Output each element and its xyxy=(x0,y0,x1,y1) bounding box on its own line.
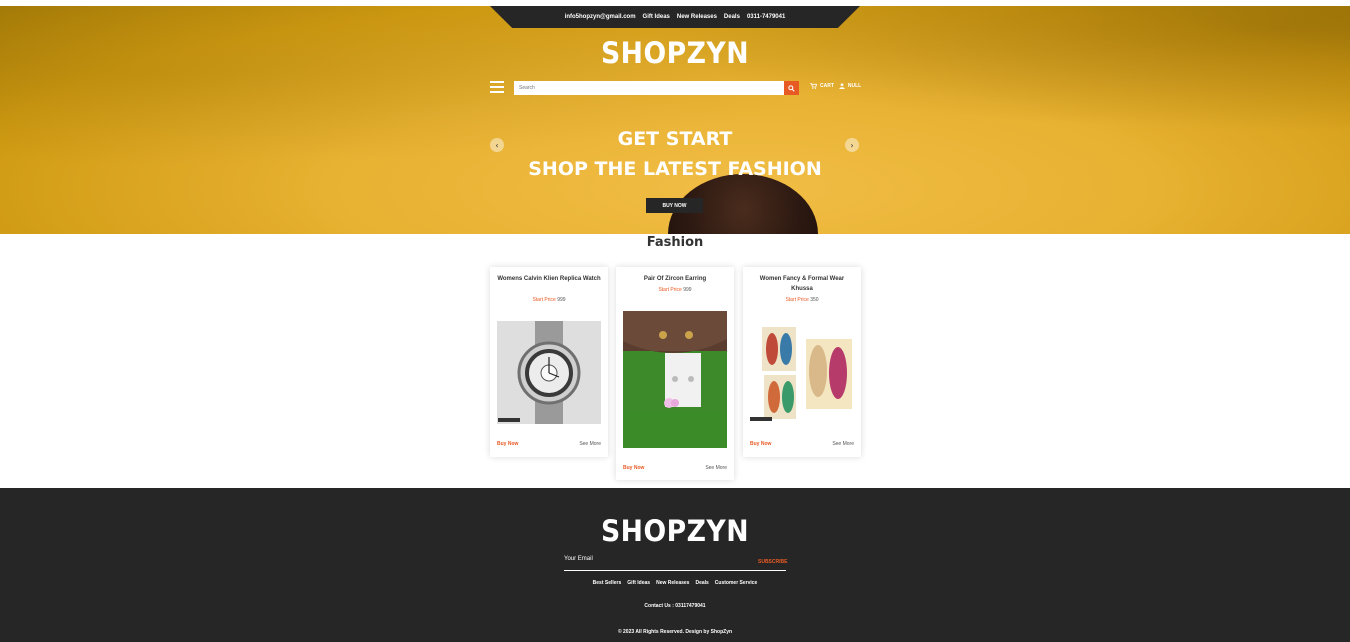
product-price: Start Price 350 xyxy=(743,297,861,303)
product-title[interactable]: Women Fancy & Formal Wear Khussa xyxy=(749,274,855,294)
search-icon xyxy=(788,84,795,92)
footer-link-gift-ideas[interactable]: Gift Ideas xyxy=(627,580,650,586)
price-value: 350 xyxy=(810,297,819,303)
khussa-image xyxy=(750,325,854,423)
user-link[interactable]: NULL xyxy=(839,83,861,89)
cart-icon xyxy=(810,83,817,89)
footer-link-best-sellers[interactable]: Best Sellers xyxy=(593,580,622,586)
see-more-link[interactable]: See More xyxy=(832,441,854,447)
email-underline xyxy=(564,570,786,571)
price-value: 999 xyxy=(683,287,692,293)
product-title[interactable]: Womens Calvin Klien Replica Watch xyxy=(496,274,602,284)
hero-headline-1: GET START xyxy=(617,128,733,150)
product-price: Start Price 999 xyxy=(490,297,608,303)
footer-contact: Contact Us : 03117479041 xyxy=(644,603,706,609)
product-card: Women Fancy & Formal Wear Khussa Start P… xyxy=(743,267,861,457)
price-label: Start Price xyxy=(532,297,556,303)
cart-link[interactable]: CART xyxy=(810,83,834,89)
topbar-phone[interactable]: 0311-7479041 xyxy=(747,14,785,20)
price-label: Start Price xyxy=(785,297,809,303)
top-contact-bar: info5hopzyn@gmail.com Gift Ideas New Rel… xyxy=(490,6,860,28)
page: info5hopzyn@gmail.com Gift Ideas New Rel… xyxy=(0,0,1350,642)
fashion-section-title: Fashion xyxy=(646,235,704,250)
product-card: Womens Calvin Klien Replica Watch Start … xyxy=(490,267,608,457)
footer-logo[interactable]: SHOPZYN xyxy=(54,514,1296,548)
hero-headline-2: SHOP THE LATEST FASHION xyxy=(528,158,822,180)
subscribe-button[interactable]: SUBSCRIBE xyxy=(758,559,787,565)
cart-label: CART xyxy=(820,83,834,89)
site-logo[interactable]: SHOPZYN xyxy=(54,36,1296,70)
buy-now-link[interactable]: Buy Now xyxy=(750,441,771,447)
footer: SHOPZYN Your Email SUBSCRIBE Best Seller… xyxy=(0,488,1350,642)
topbar-link-gift-ideas[interactable]: Gift Ideas xyxy=(643,14,670,20)
price-value: 999 xyxy=(557,297,566,303)
header-actions: CART NULL xyxy=(810,83,861,89)
price-label: Start Price xyxy=(658,287,682,293)
product-price: Start Price 999 xyxy=(616,287,734,293)
product-image-earring[interactable] xyxy=(623,311,727,448)
earring-image xyxy=(623,311,727,448)
search-button[interactable] xyxy=(784,81,799,95)
hero-buy-now-button[interactable]: BUY NOW xyxy=(646,198,703,213)
email-field[interactable] xyxy=(564,554,749,566)
see-more-link[interactable]: See More xyxy=(705,465,727,471)
user-label: NULL xyxy=(847,83,862,89)
product-card: Pair Of Zircon Earring Start Price 999 B… xyxy=(616,267,734,480)
see-more-link[interactable]: See More xyxy=(579,441,601,447)
watch-image xyxy=(497,321,601,424)
hamburger-menu-icon[interactable] xyxy=(490,81,504,93)
product-title[interactable]: Pair Of Zircon Earring xyxy=(622,274,728,284)
buy-now-link[interactable]: Buy Now xyxy=(623,465,644,471)
search-bar xyxy=(514,81,800,95)
footer-link-deals[interactable]: Deals xyxy=(695,580,708,586)
hero-banner: info5hopzyn@gmail.com Gift Ideas New Rel… xyxy=(0,6,1350,234)
footer-nav: Best Sellers Gift Ideas New Releases Dea… xyxy=(0,580,1350,586)
footer-link-new-releases[interactable]: New Releases xyxy=(656,580,689,586)
product-image-watch[interactable] xyxy=(497,321,601,424)
topbar-email[interactable]: info5hopzyn@gmail.com xyxy=(565,14,636,20)
buy-now-link[interactable]: Buy Now xyxy=(497,441,518,447)
user-icon xyxy=(839,83,845,89)
search-input[interactable] xyxy=(514,81,784,95)
product-image-khussa[interactable] xyxy=(750,325,854,423)
footer-link-customer-service[interactable]: Customer Service xyxy=(715,580,758,586)
topbar-link-new-releases[interactable]: New Releases xyxy=(677,14,717,20)
topbar-link-deals[interactable]: Deals xyxy=(724,14,740,20)
footer-copyright: © 2023 All Rights Reserved. Design by Sh… xyxy=(617,629,733,635)
